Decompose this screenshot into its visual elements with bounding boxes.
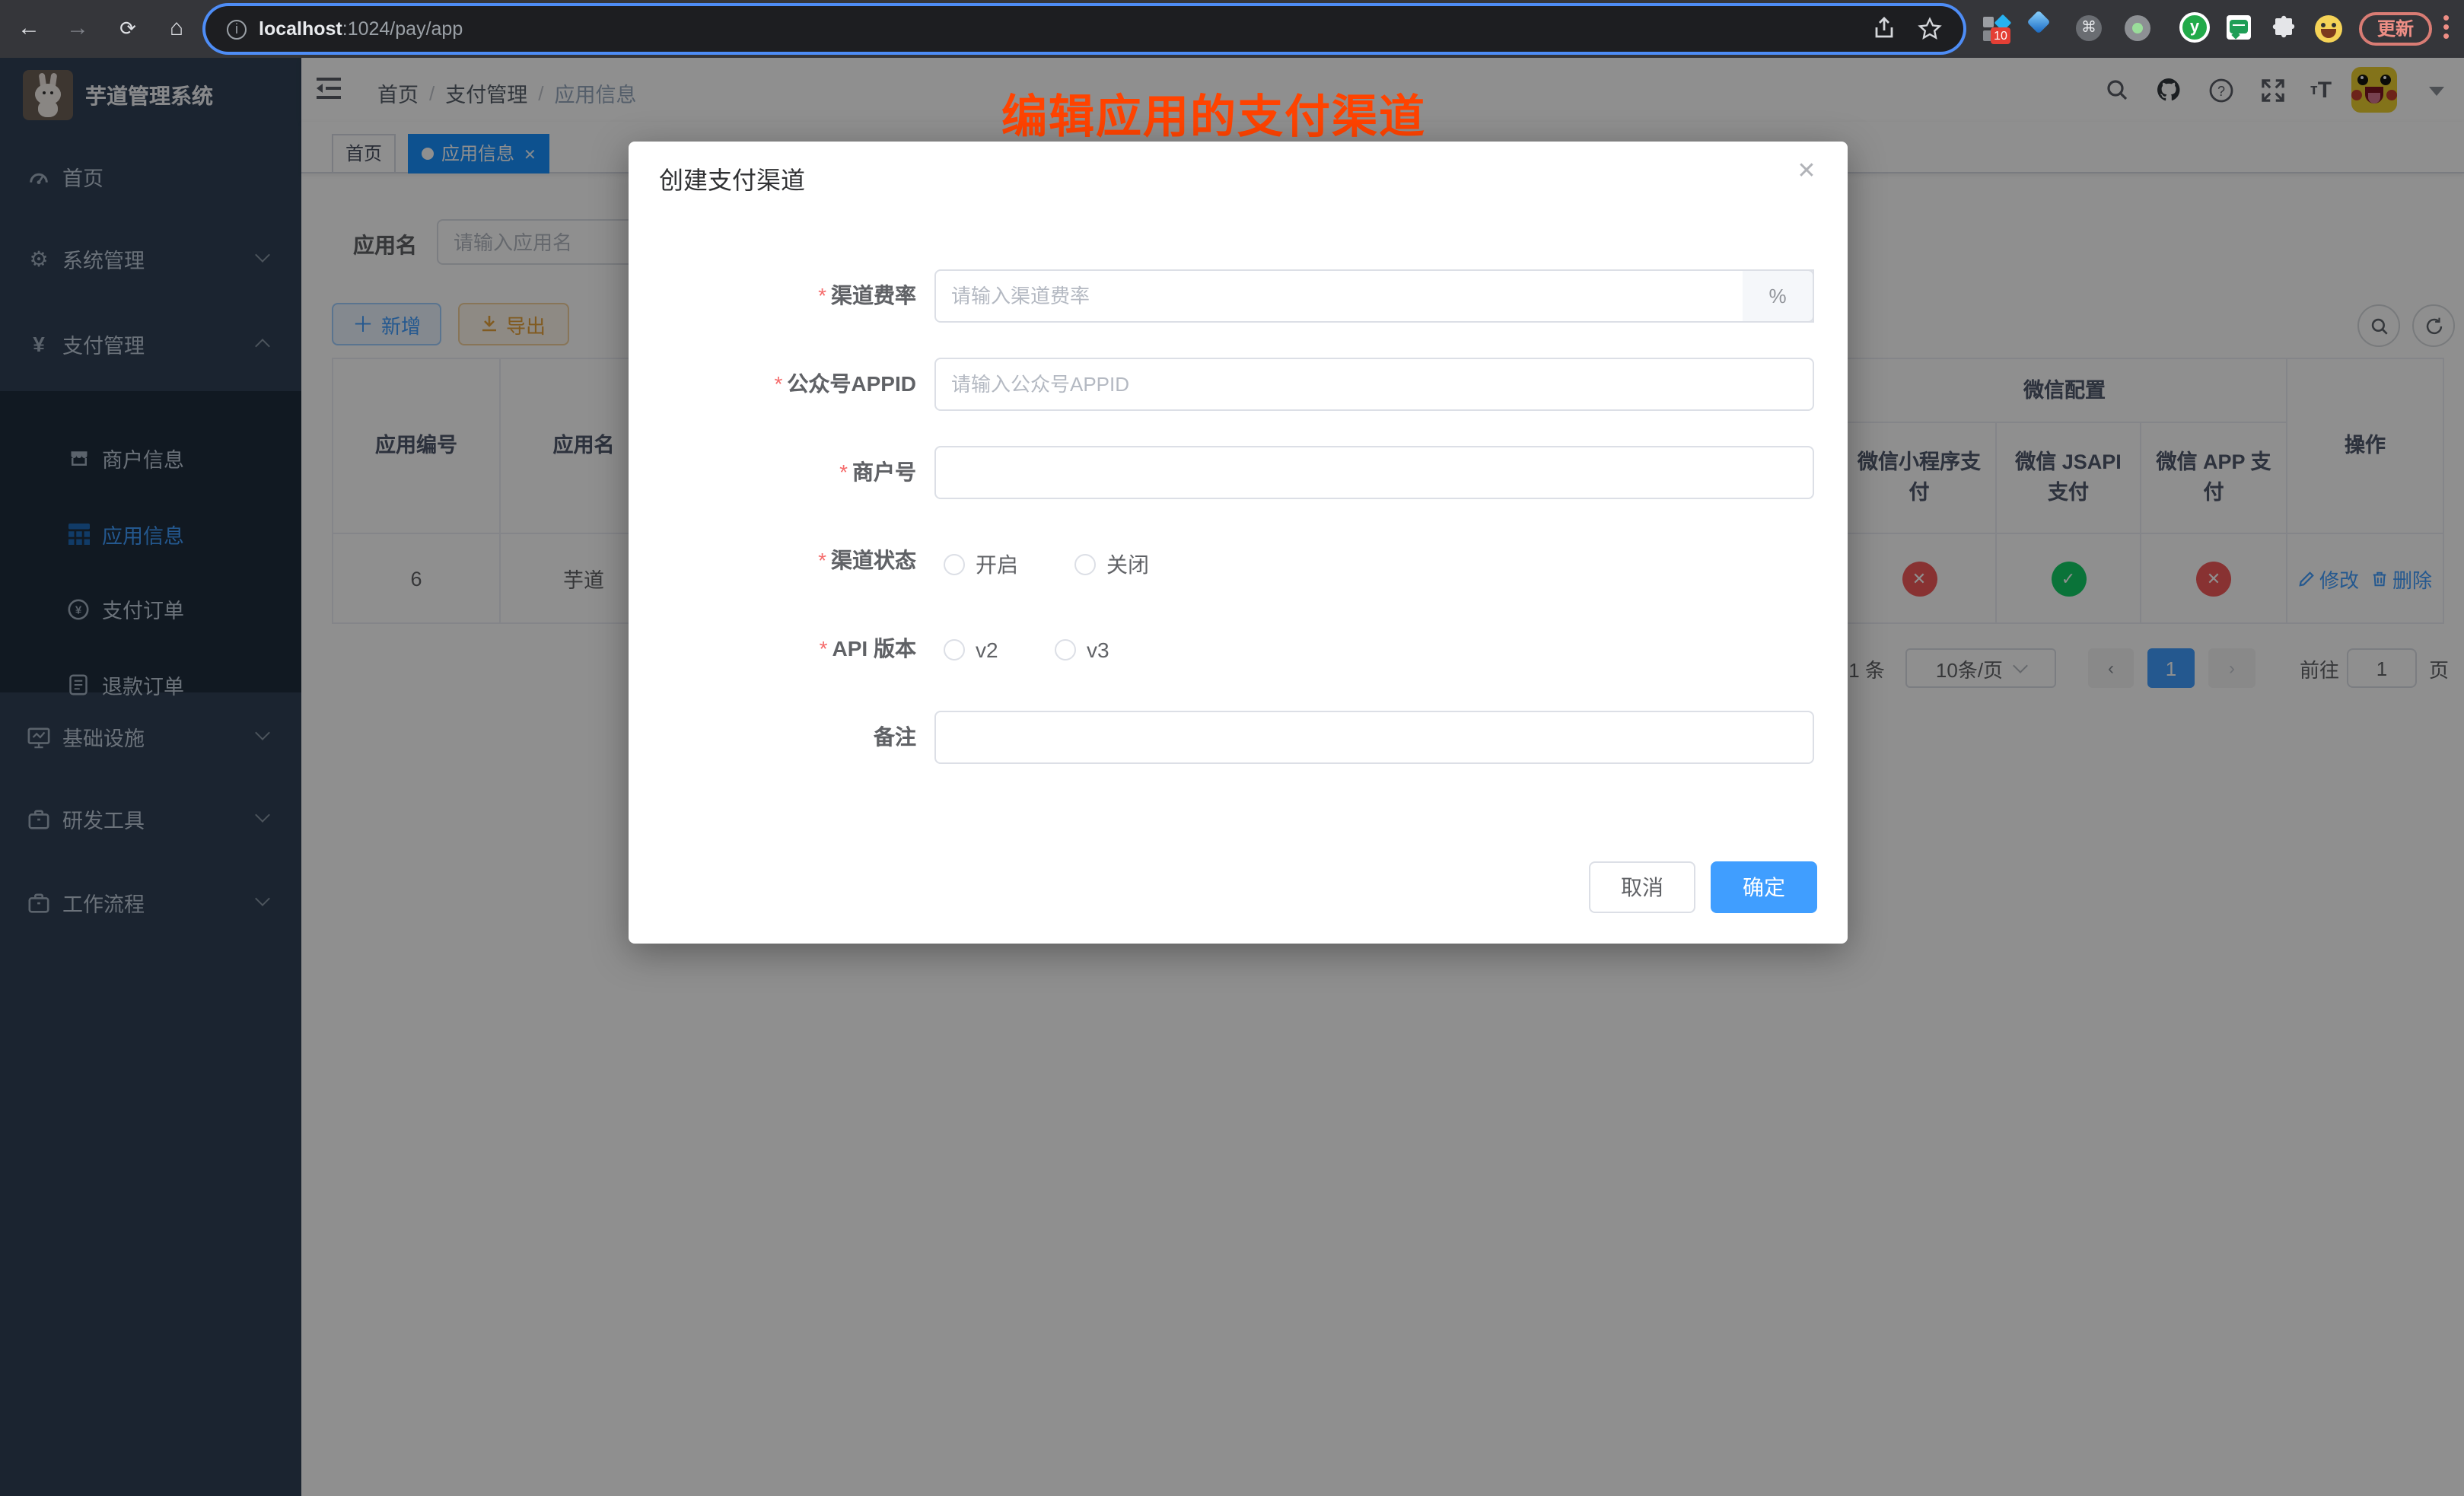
api-label: API 版本 [832, 636, 916, 660]
api-radio-v3[interactable]: v3 [1055, 638, 1109, 665]
status-label: 渠道状态 [831, 548, 916, 572]
url-path: :1024/pay/app [342, 18, 463, 40]
form-row-mch: *商户号 [629, 446, 1848, 499]
radio-label: v3 [1087, 638, 1109, 662]
cancel-button[interactable]: 取消 [1589, 861, 1695, 913]
page-info-icon[interactable]: i [227, 19, 247, 39]
radio-label: 开启 [976, 552, 1018, 577]
radio-icon [1074, 554, 1096, 575]
screen: ← → ⟳ ⌂ i localhost:1024/pay/app 10 ⌘ [0, 0, 2464, 1496]
extension-badge: 10 [1991, 27, 2010, 44]
form-row-appid: *公众号APPID [629, 358, 1848, 411]
form-row-api: *API 版本 v2 v3 [629, 622, 1848, 676]
remark-label: 备注 [874, 724, 916, 749]
browser-reload-icon[interactable]: ⟳ [114, 15, 142, 43]
form-row-status: *渠道状态 开启 关闭 [629, 534, 1848, 587]
form-row-remark: 备注 [629, 711, 1848, 764]
radio-icon [944, 554, 965, 575]
annotation-text: 编辑应用的支付渠道 [1001, 79, 1426, 146]
extension-dot-icon[interactable] [2125, 15, 2150, 41]
browser-forward-icon[interactable]: → [64, 15, 91, 43]
rate-suffix: % [1743, 269, 1814, 323]
extension-gem-icon[interactable] [2030, 14, 2050, 38]
radio-label: v2 [976, 638, 998, 662]
confirm-button[interactable]: 确定 [1711, 861, 1817, 913]
radio-icon [1055, 639, 1076, 660]
api-radio-v2[interactable]: v2 [944, 638, 998, 665]
extension-y-icon[interactable]: y [2179, 12, 2210, 43]
extensions-puzzle-icon[interactable] [2271, 15, 2297, 41]
rate-input[interactable] [934, 269, 1814, 323]
extension-command-icon[interactable]: ⌘ [2076, 15, 2102, 41]
mch-label: 商户号 [852, 460, 916, 484]
radio-icon [944, 639, 965, 660]
share-icon[interactable] [1872, 17, 1896, 41]
dialog-close-icon[interactable]: ✕ [1791, 157, 1822, 187]
app-window: 芋道管理系统 首页 ⚙ 系统管理 ¥ 支付管理 [0, 58, 2464, 1496]
rate-label: 渠道费率 [831, 283, 916, 307]
radio-label: 关闭 [1106, 552, 1149, 577]
status-radio-open[interactable]: 开启 [944, 549, 1018, 580]
address-bar[interactable]: i localhost:1024/pay/app [205, 6, 1963, 52]
remark-input[interactable] [934, 711, 1814, 764]
appid-input[interactable] [934, 358, 1814, 411]
bookmark-star-icon[interactable] [1918, 17, 1942, 41]
create-channel-dialog: 创建支付渠道 ✕ *渠道费率 % *公众号APPID *商户号 [629, 142, 1848, 944]
extension-tiles-icon[interactable]: 10 [1983, 15, 2010, 43]
url-host: localhost [259, 18, 342, 40]
form-row-rate: *渠道费率 % [629, 269, 1848, 323]
mch-input[interactable] [934, 446, 1814, 499]
status-radio-close[interactable]: 关闭 [1074, 549, 1149, 580]
extension-chat-icon[interactable] [2227, 15, 2251, 40]
browser-back-icon[interactable]: ← [15, 15, 43, 43]
browser-update-button[interactable]: 更新 [2359, 12, 2432, 46]
browser-menu-icon[interactable]: ••• [2443, 14, 2449, 44]
browser-home-icon[interactable]: ⌂ [163, 15, 190, 43]
appid-label: 公众号APPID [787, 371, 916, 396]
browser-toolbar: ← → ⟳ ⌂ i localhost:1024/pay/app 10 ⌘ [0, 0, 2464, 58]
profile-emoji-avatar[interactable] [2315, 15, 2342, 43]
dialog-title: 创建支付渠道 [659, 160, 805, 196]
